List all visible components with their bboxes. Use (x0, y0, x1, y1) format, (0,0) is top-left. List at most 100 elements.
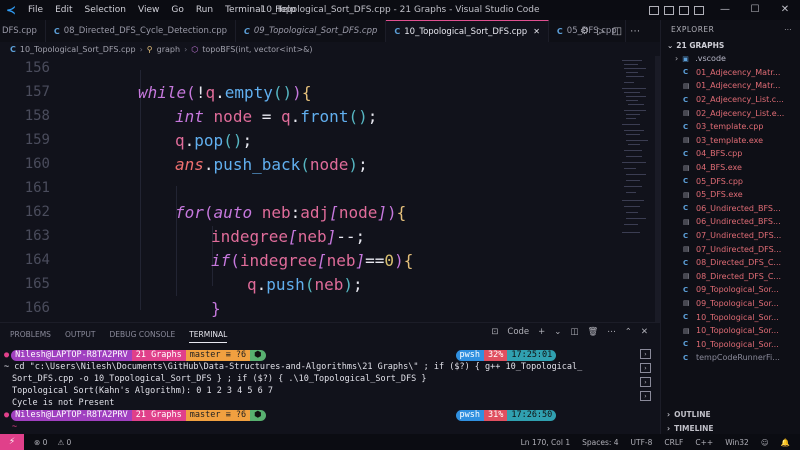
more-actions-icon[interactable]: ⋯ (630, 26, 640, 37)
breadcrumb-method[interactable]: topoBFS(int, vector<int>&) (202, 45, 312, 54)
trash-icon[interactable]: 🗑 (587, 327, 598, 337)
tab-09-topological[interactable]: C 09_Topological_Sort_DFS.cpp (236, 20, 387, 42)
tree-item-file[interactable]: C 07_Undirected_DFS... (661, 229, 800, 243)
customize-layout-icon[interactable] (694, 5, 704, 15)
tree-item-file[interactable]: ▤ 07_Undirected_DFS... (661, 242, 800, 256)
menu-edit[interactable]: Edit (49, 0, 78, 20)
tree-item-file[interactable]: ▤ 08_Directed_DFS_C... (661, 270, 800, 284)
panel-actions: ⊡ Code + ⌄ ◫ 🗑 ⋯ ⌃ ✕ (491, 327, 648, 337)
tree-item-file[interactable]: ▤ 10_Topological_Sor... (661, 324, 800, 338)
language-mode[interactable]: C++ (695, 438, 713, 447)
tab-dfs[interactable]: DFS.cpp (0, 20, 46, 42)
tree-item-file[interactable]: ▤ 09_Topological_Sor... (661, 297, 800, 311)
split-terminal-icon[interactable]: ◫ (570, 327, 578, 337)
menu-run[interactable]: Run (190, 0, 219, 20)
tree-item-vscode[interactable]: › ▣ .vscode (661, 52, 800, 66)
prompt-git: master ≡ ?6 (185, 349, 251, 361)
menu-file[interactable]: File (22, 0, 49, 20)
encoding[interactable]: UTF-8 (631, 438, 653, 447)
shell-label[interactable]: Code (507, 327, 529, 337)
prompt-node: ⬢ (250, 409, 266, 421)
outline-section[interactable]: › OUTLINE (661, 407, 800, 421)
tree-item-file[interactable]: ▤ 06_Undirected_BFS... (661, 215, 800, 229)
minimap[interactable] (620, 56, 658, 322)
breadcrumb: C 10_Topological_Sort_DFS.cpp › ⚲ graph … (0, 42, 620, 56)
code-editor[interactable]: 156 157 while(!q.empty()){ 158 int node … (0, 56, 620, 322)
terminal-instance-icon[interactable]: › (640, 349, 651, 359)
tree-item-file[interactable]: C 08_Directed_DFS_C... (661, 256, 800, 270)
close-icon[interactable]: ✕ (770, 0, 800, 20)
run-icon[interactable]: ▷ (597, 26, 605, 37)
remote-icon[interactable]: ⚡ (0, 434, 24, 450)
tree-item-file[interactable]: C 06_Undirected_BFS... (661, 202, 800, 216)
tree-item-file[interactable]: C 10_Topological_Sor... (661, 337, 800, 351)
warnings-count[interactable]: ⚠ 0 (57, 438, 71, 447)
close-tab-icon[interactable]: ✕ (533, 27, 540, 36)
breadcrumb-file[interactable]: 10_Topological_Sort_DFS.cpp (20, 45, 136, 54)
maximize-panel-icon[interactable]: ⌃ (625, 327, 632, 337)
line-ending[interactable]: CRLF (664, 438, 683, 447)
menu-help[interactable]: Help (269, 0, 302, 20)
menu-go[interactable]: Go (165, 0, 189, 20)
add-terminal-icon[interactable]: + (538, 327, 545, 337)
tab-terminal[interactable]: TERMINAL (189, 326, 228, 343)
breadcrumb-class[interactable]: graph (157, 45, 180, 54)
toggle-sidebar-icon[interactable] (649, 5, 659, 15)
menu-terminal[interactable]: Terminal (219, 0, 269, 20)
menu-view[interactable]: View (132, 0, 165, 20)
more-actions-icon[interactable]: ⋯ (607, 327, 616, 337)
workspace-folder[interactable]: ⌄ 21 GRAPHS (661, 38, 800, 52)
tab-debug-console[interactable]: DEBUG CONSOLE (110, 330, 176, 339)
tree-item-label: 05_DFS.cpp (696, 176, 743, 186)
toggle-panel-icon[interactable] (664, 5, 674, 15)
minimize-icon[interactable]: — (710, 0, 740, 20)
tree-item-file[interactable]: ▤ 01_Adjecency_Matr... (661, 79, 800, 93)
cpp-file-icon: C (683, 231, 689, 240)
tree-item-file[interactable]: C 02_Adjecency_List.c... (661, 93, 800, 107)
tree-item-file[interactable]: C 01_Adjecency_Matr... (661, 66, 800, 80)
tab-10-topological[interactable]: C 10_Topological_Sort_DFS.cpp ✕ (386, 20, 549, 42)
tree-item-file[interactable]: C 04_BFS.cpp (661, 147, 800, 161)
feedback-icon[interactable]: ☺ (761, 438, 769, 447)
tab-output[interactable]: OUTPUT (65, 330, 96, 339)
terminal-instance-icon[interactable]: › (640, 377, 651, 387)
cpp-file-icon: C (683, 340, 689, 349)
errors-count[interactable]: ⊗ 0 (34, 438, 47, 447)
close-panel-icon[interactable]: ✕ (641, 327, 648, 337)
terminal-instance-icon[interactable]: › (640, 391, 651, 401)
tree-item-file[interactable]: CtempCodeRunnerFi... (661, 351, 800, 365)
tree-item-file[interactable]: C 09_Topological_Sor... (661, 283, 800, 297)
tab-problems[interactable]: PROBLEMS (10, 330, 51, 339)
timeline-section[interactable]: › TIMELINE (661, 421, 800, 435)
tree-item-file[interactable]: ▤ 03_template.exe (661, 134, 800, 148)
toggle-secondary-sidebar-icon[interactable] (679, 5, 689, 15)
split-editor-icon[interactable]: ◫ (613, 26, 622, 37)
tree-item-label: 04_BFS.cpp (696, 149, 743, 159)
settings-gear-icon[interactable]: ⚙ (580, 26, 589, 37)
menu-selection[interactable]: Selection (79, 0, 132, 20)
tree-item-label: 06_Undirected_BFS... (696, 203, 781, 213)
platform[interactable]: Win32 (725, 438, 749, 447)
maximize-icon[interactable]: ☐ (740, 0, 770, 20)
tree-item-label: 02_Adjecency_List.e... (696, 108, 785, 118)
tree-item-file[interactable]: C 05_DFS.cpp (661, 174, 800, 188)
indentation[interactable]: Spaces: 4 (582, 438, 618, 447)
code-line: 165 q.push(neb); (0, 272, 620, 296)
exe-file-icon: ▤ (683, 299, 690, 308)
tree-item-file[interactable]: ▤ 05_DFS.exe (661, 188, 800, 202)
terminal-output[interactable]: ● Nilesh@LAPTOP-R8TA2PRV 21 Graphs maste… (0, 347, 630, 435)
notifications-icon[interactable]: 🔔 (781, 438, 790, 447)
cpp-file-icon: C (683, 313, 689, 322)
tree-item-file[interactable]: C 03_template.cpp (661, 120, 800, 134)
cursor-position[interactable]: Ln 170, Col 1 (521, 438, 570, 447)
terminal-list: › › › › (632, 347, 660, 435)
more-actions-icon[interactable]: ⋯ (784, 25, 792, 34)
chevron-down-icon[interactable]: ⌄ (554, 327, 561, 337)
code-text: while(!q.empty()){ (138, 82, 312, 102)
tree-item-file[interactable]: ▤ 02_Adjecency_List.e... (661, 106, 800, 120)
tree-item-file[interactable]: ▤ 04_BFS.exe (661, 161, 800, 175)
tree-item-file[interactable]: C 10_Topological_Sor... (661, 310, 800, 324)
terminal-instance-icon[interactable]: › (640, 363, 651, 373)
tab-08-directed-dfs[interactable]: C 08_Directed_DFS_Cycle_Detection.cpp (46, 20, 236, 42)
code-text: indegree[neb]--; (211, 226, 366, 246)
